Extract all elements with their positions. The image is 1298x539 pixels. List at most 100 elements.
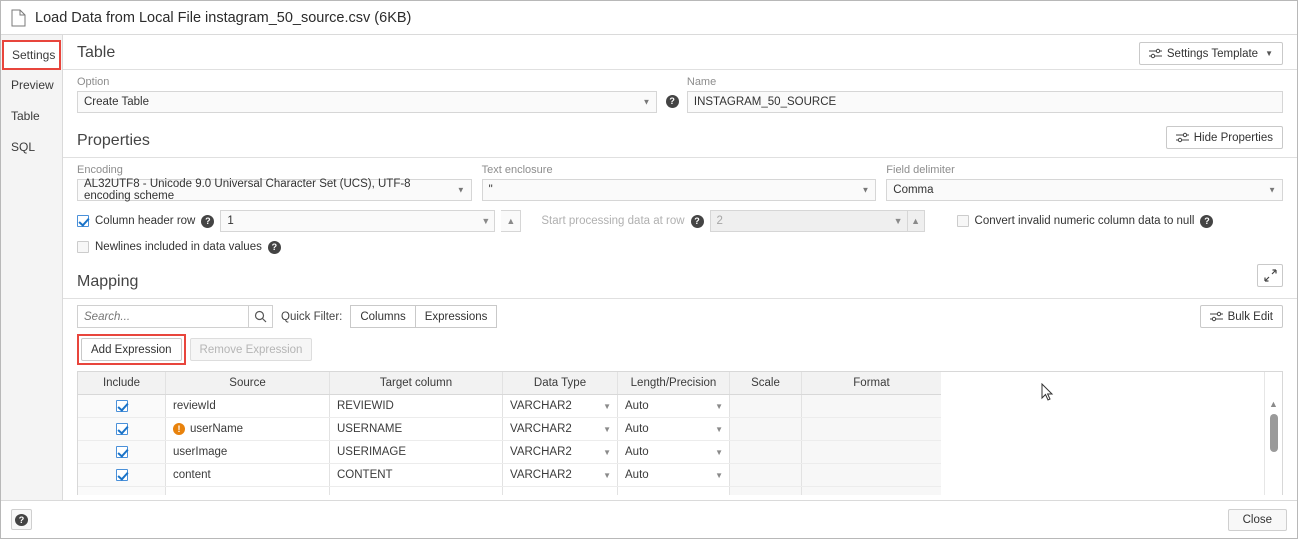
column-header-data-type[interactable]: Data Type xyxy=(503,372,618,394)
row-source-cell[interactable] xyxy=(166,487,330,495)
field-delimiter-select[interactable]: Comma ▼ xyxy=(886,179,1283,201)
add-expression-button[interactable]: Add Expression xyxy=(81,338,182,361)
encoding-field: Encoding AL32UTF8 - Unicode 9.0 Universa… xyxy=(77,164,472,201)
table-row-partial[interactable] xyxy=(78,487,941,495)
row-format-cell[interactable] xyxy=(802,464,941,486)
column-header-row-checkbox[interactable] xyxy=(77,215,89,227)
sidebar-item-settings[interactable]: Settings xyxy=(2,40,61,70)
quick-filter-columns-label: Columns xyxy=(360,311,405,323)
settings-template-button[interactable]: Settings Template ▼ xyxy=(1139,42,1283,65)
table-row[interactable]: reviewId REVIEWID VARCHAR2 ▼ Auto ▼ xyxy=(78,395,941,418)
include-checkbox[interactable] xyxy=(116,469,128,481)
quick-filter-group: Columns Expressions xyxy=(350,305,497,328)
row-datatype-select[interactable]: VARCHAR2 ▼ xyxy=(503,441,618,463)
row-target-cell[interactable]: CONTENT xyxy=(330,464,503,486)
mapping-search[interactable] xyxy=(77,305,273,328)
hide-properties-button[interactable]: Hide Properties xyxy=(1166,126,1283,149)
row-scale-cell[interactable] xyxy=(730,464,802,486)
hide-properties-label: Hide Properties xyxy=(1194,132,1273,144)
table-row[interactable]: userImage USERIMAGE VARCHAR2 ▼ Auto ▼ xyxy=(78,441,941,464)
option-help-icon[interactable]: ? xyxy=(666,95,679,108)
text-enclosure-field: Text enclosure " ▼ xyxy=(482,164,877,201)
row-datatype-value: VARCHAR2 xyxy=(510,469,572,481)
scroll-up-icon[interactable]: ▲ xyxy=(1269,400,1278,409)
row-include-cell[interactable] xyxy=(78,487,166,495)
search-icon xyxy=(254,310,267,323)
row-scale-cell[interactable] xyxy=(730,441,802,463)
grid-vertical-scrollbar[interactable]: ▲ xyxy=(1264,372,1282,495)
column-header-scale[interactable]: Scale xyxy=(730,372,802,394)
row-source-cell[interactable]: userImage xyxy=(166,441,330,463)
row-datatype-select[interactable]: VARCHAR2 ▼ xyxy=(503,418,618,440)
encoding-value: AL32UTF8 - Unicode 9.0 Universal Charact… xyxy=(84,178,465,202)
row-format-cell[interactable] xyxy=(802,441,941,463)
sliders-icon xyxy=(1176,132,1189,143)
help-button[interactable]: ? xyxy=(11,509,32,530)
mapping-grid: Include Source Target column Data Type L… xyxy=(77,371,1283,495)
include-checkbox[interactable] xyxy=(116,446,128,458)
start-processing-row-help-icon[interactable]: ? xyxy=(691,215,704,228)
row-length-select[interactable]: Auto ▼ xyxy=(618,441,730,463)
close-button[interactable]: Close xyxy=(1228,509,1287,531)
search-button[interactable] xyxy=(248,306,272,327)
table-row[interactable]: ! userName USERNAME VARCHAR2 ▼ Auto ▼ xyxy=(78,418,941,441)
row-datatype-select[interactable]: VARCHAR2 ▼ xyxy=(503,464,618,486)
row-datatype-value: VARCHAR2 xyxy=(510,400,572,412)
sidebar-item-sql[interactable]: SQL xyxy=(1,132,62,163)
text-enclosure-select[interactable]: " ▼ xyxy=(482,179,877,201)
convert-invalid-numeric-checkbox[interactable] xyxy=(957,215,969,227)
spinner-down-icon[interactable]: ▼ xyxy=(477,211,494,231)
row-datatype-select[interactable] xyxy=(503,487,618,495)
include-checkbox[interactable] xyxy=(116,400,128,412)
sidebar-item-table[interactable]: Table xyxy=(1,101,62,132)
sidebar-item-preview[interactable]: Preview xyxy=(1,70,62,101)
expand-mapping-button[interactable] xyxy=(1257,264,1283,287)
bulk-edit-button[interactable]: Bulk Edit xyxy=(1200,305,1283,328)
column-header-row-up-button[interactable]: ▲ xyxy=(501,210,521,232)
row-target-cell[interactable]: USERIMAGE xyxy=(330,441,503,463)
column-header-source[interactable]: Source xyxy=(166,372,330,394)
row-scale-cell[interactable] xyxy=(730,395,802,417)
row-format-cell[interactable] xyxy=(802,487,941,495)
quick-filter-columns-button[interactable]: Columns xyxy=(350,305,415,328)
convert-invalid-numeric-help-icon[interactable]: ? xyxy=(1200,215,1213,228)
name-input[interactable]: INSTAGRAM_50_SOURCE xyxy=(687,91,1283,113)
column-header-target-column[interactable]: Target column xyxy=(330,372,503,394)
row-format-cell[interactable] xyxy=(802,395,941,417)
option-select[interactable]: Create Table ▼ xyxy=(77,91,657,113)
column-header-row-help-icon[interactable]: ? xyxy=(201,215,214,228)
row-length-select[interactable]: Auto ▼ xyxy=(618,418,730,440)
row-target-cell[interactable]: USERNAME xyxy=(330,418,503,440)
row-target-cell[interactable]: REVIEWID xyxy=(330,395,503,417)
column-header-row-spinner[interactable]: 1 ▼ xyxy=(220,210,495,232)
row-length-select[interactable]: Auto ▼ xyxy=(618,395,730,417)
quick-filter-expressions-button[interactable]: Expressions xyxy=(416,305,498,328)
row-include-cell[interactable] xyxy=(78,464,166,486)
row-scale-cell[interactable] xyxy=(730,418,802,440)
spinner-up-icon[interactable]: ▲ xyxy=(501,211,520,231)
search-input[interactable] xyxy=(78,306,248,327)
row-length-select[interactable] xyxy=(618,487,730,495)
row-source-cell[interactable]: content xyxy=(166,464,330,486)
row-include-cell[interactable] xyxy=(78,441,166,463)
row-source-cell[interactable]: reviewId xyxy=(166,395,330,417)
newlines-included-checkbox[interactable] xyxy=(77,241,89,253)
row-target-cell[interactable] xyxy=(330,487,503,495)
include-checkbox[interactable] xyxy=(116,423,128,435)
column-header-include[interactable]: Include xyxy=(78,372,166,394)
row-source-cell[interactable]: ! userName xyxy=(166,418,330,440)
row-include-cell[interactable] xyxy=(78,395,166,417)
encoding-select[interactable]: AL32UTF8 - Unicode 9.0 Universal Charact… xyxy=(77,179,472,201)
load-data-dialog: Load Data from Local File instagram_50_s… xyxy=(0,0,1298,539)
column-header-format[interactable]: Format xyxy=(802,372,941,394)
newlines-included-help-icon[interactable]: ? xyxy=(268,241,281,254)
row-datatype-select[interactable]: VARCHAR2 ▼ xyxy=(503,395,618,417)
dialog-titlebar: Load Data from Local File instagram_50_s… xyxy=(1,1,1297,34)
row-format-cell[interactable] xyxy=(802,418,941,440)
row-length-select[interactable]: Auto ▼ xyxy=(618,464,730,486)
row-include-cell[interactable] xyxy=(78,418,166,440)
row-scale-cell[interactable] xyxy=(730,487,802,495)
scrollbar-thumb[interactable] xyxy=(1270,414,1278,452)
table-row[interactable]: content CONTENT VARCHAR2 ▼ Auto ▼ xyxy=(78,464,941,487)
column-header-length-precision[interactable]: Length/Precision xyxy=(618,372,730,394)
